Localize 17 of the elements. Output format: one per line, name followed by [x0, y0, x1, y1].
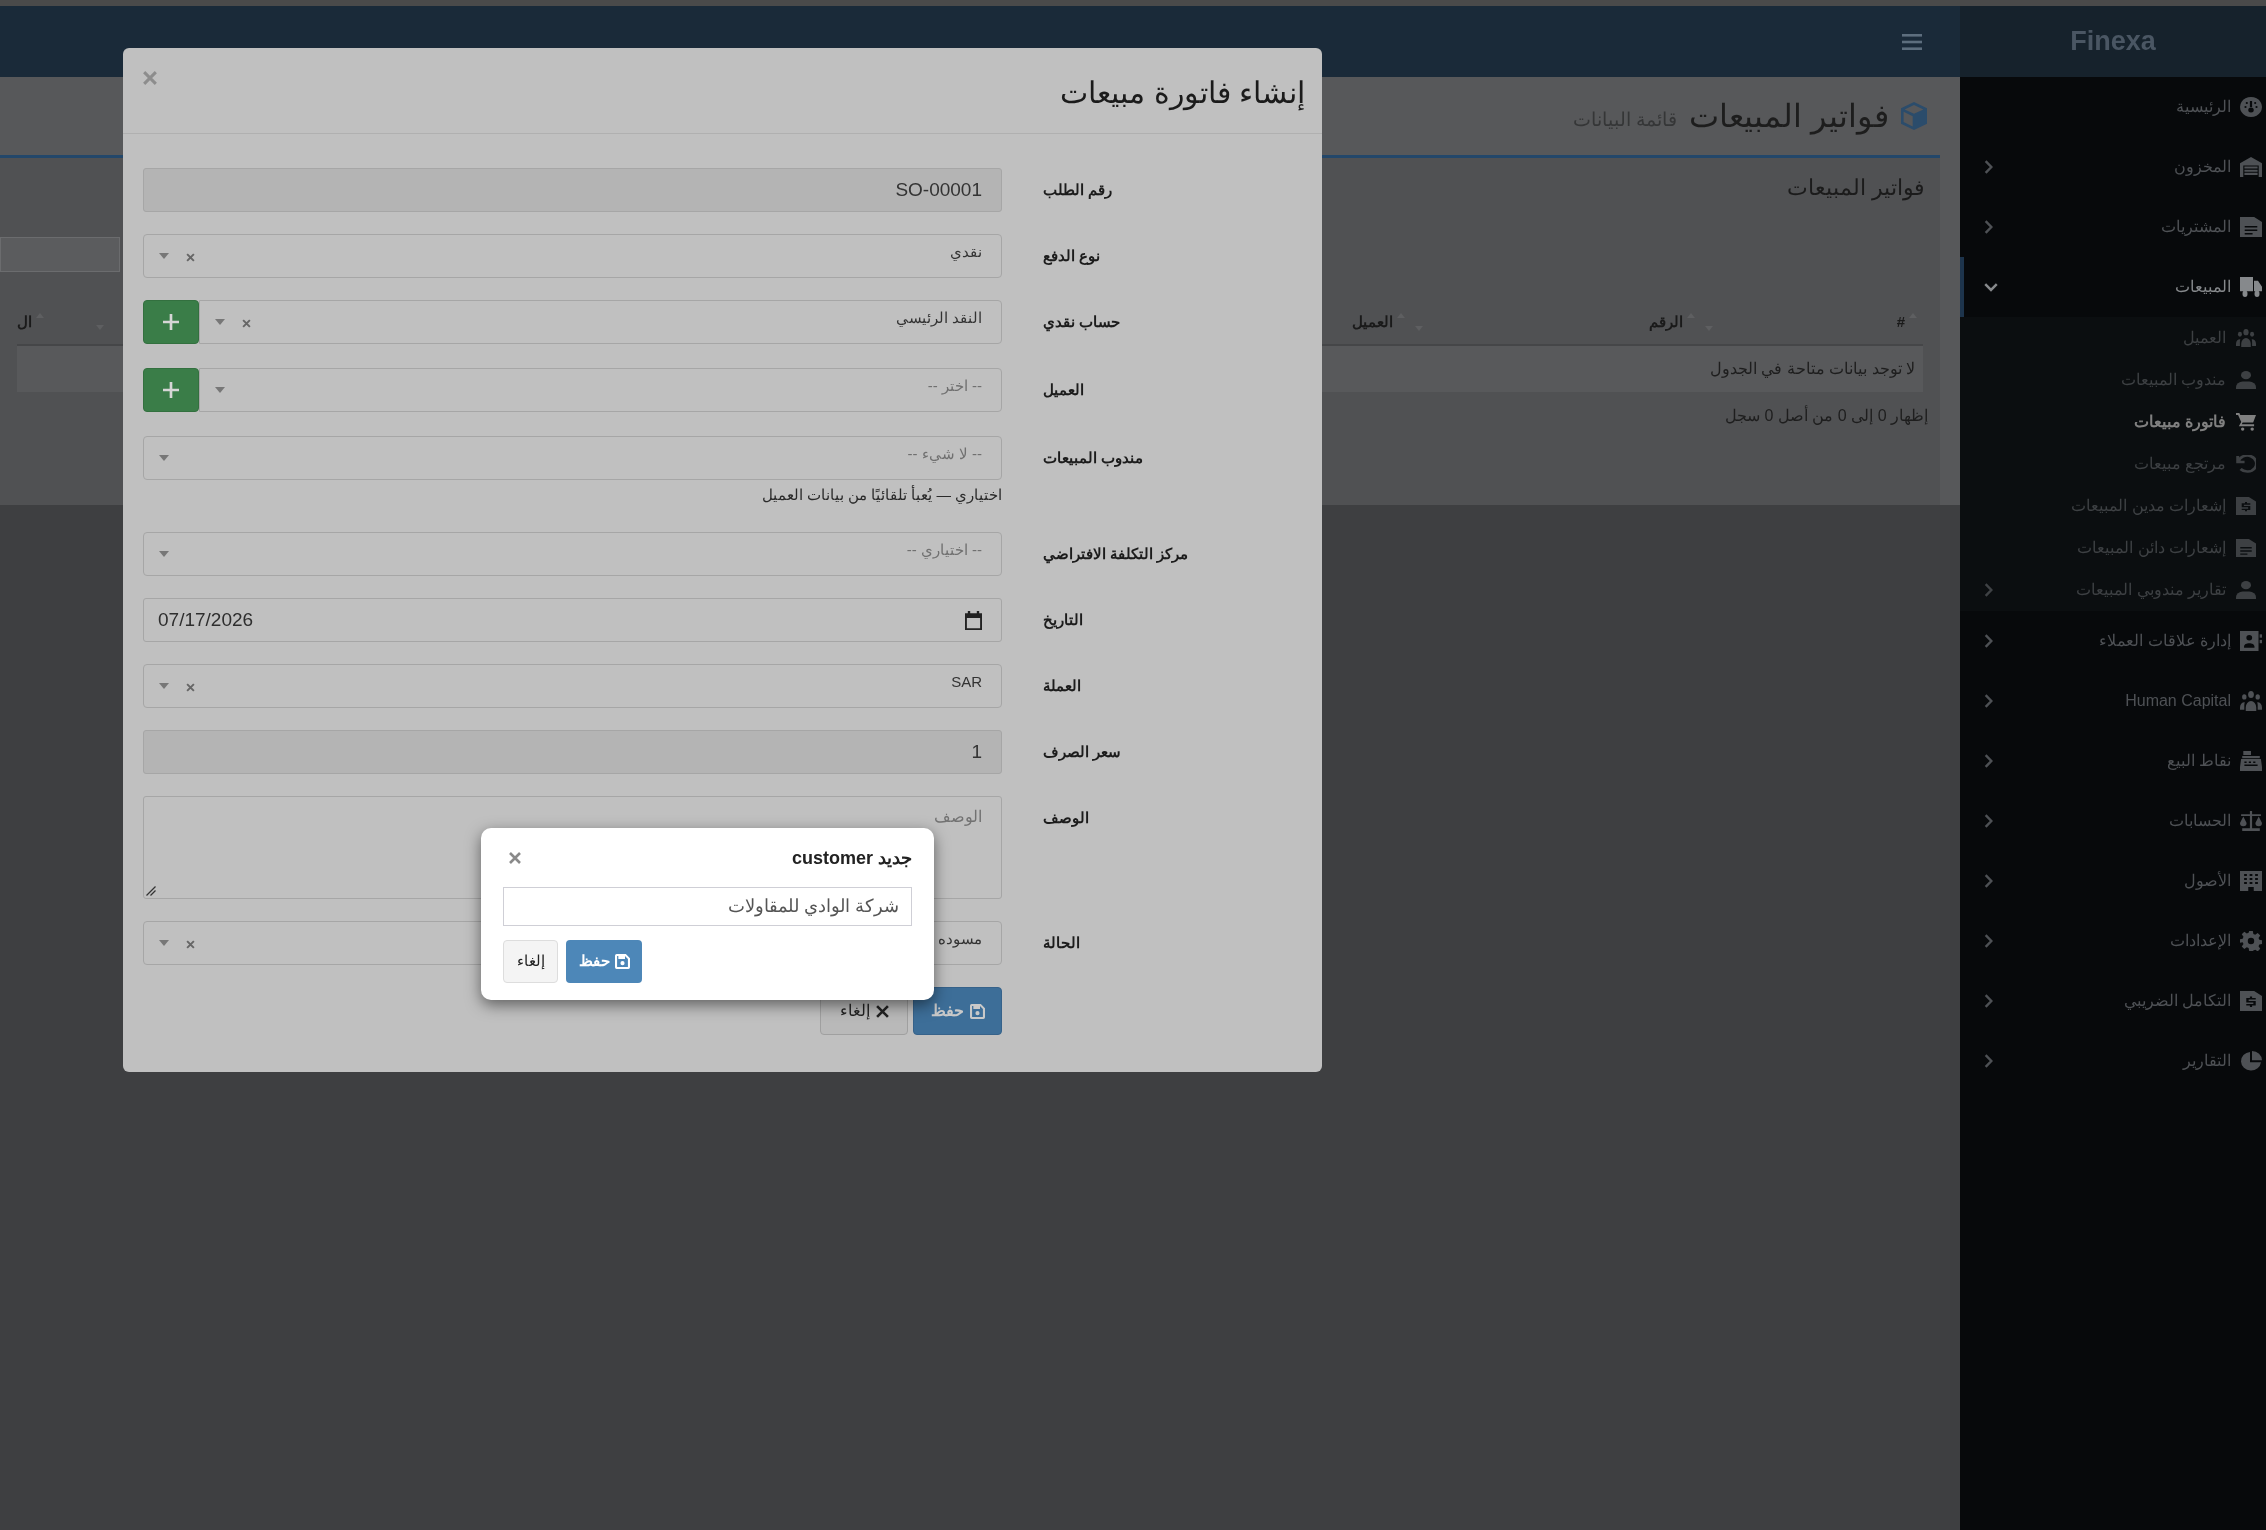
- field-label: رقم الطلب: [1043, 179, 1113, 201]
- empty-table-message: لا توجد بيانات متاحة في الجدول: [1709, 359, 1915, 380]
- field-label: العملة: [1043, 675, 1081, 696]
- field-label: حساب نقدي: [1043, 311, 1121, 334]
- help-text: اختياري — يُعبأ تلقائيًا من بيانات العميل: [762, 486, 1002, 504]
- field-label: نوع الدفع: [1043, 245, 1101, 267]
- field-label: العميل: [1043, 379, 1084, 400]
- field-label: التاريخ: [1043, 609, 1083, 631]
- field-label: مركز التكلفة الافتراضي: [1043, 543, 1189, 566]
- dialog-title: جديد customer: [791, 846, 912, 870]
- field-label: سعر الصرف: [1043, 741, 1122, 763]
- modal-title: إنشاء فاتورة مبيعات: [1060, 75, 1305, 111]
- field-label: مندوب المبيعات: [1043, 447, 1144, 469]
- field-label: الوصف: [1043, 807, 1089, 829]
- field-label: الحالة: [1043, 932, 1080, 953]
- panel-title: فواتير المبيعات: [1786, 173, 1925, 203]
- page-title: فواتير المبيعات: [1689, 97, 1889, 136]
